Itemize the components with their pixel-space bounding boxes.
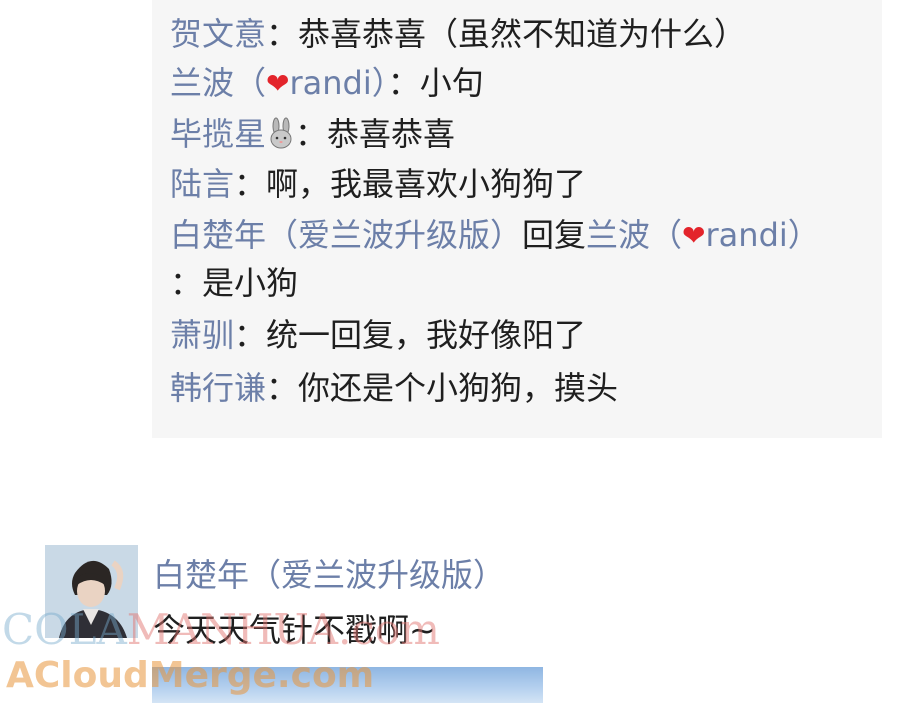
commenter-name[interactable]: 韩行谦 bbox=[170, 369, 266, 407]
comment-row: 贺文意：恭喜恭喜（虽然不知道为什么） bbox=[170, 14, 746, 54]
colon: ： bbox=[266, 369, 299, 407]
colon: ： bbox=[234, 316, 267, 354]
comment-text: 统一回复，我好像阳了 bbox=[266, 316, 587, 354]
reply-target-part: 兰波（ bbox=[586, 216, 683, 254]
comment-text: 你还是个小狗狗，摸头 bbox=[298, 369, 619, 407]
commenter-name-part: 兰波（ bbox=[170, 64, 267, 102]
colon: ： bbox=[266, 15, 299, 53]
watermark-colamanhua: COLAMANHUA.com bbox=[2, 606, 440, 654]
comment-text: 恭喜恭喜 bbox=[327, 115, 456, 153]
comment-row: 韩行谦：你还是个小狗狗，摸头 bbox=[170, 368, 618, 408]
colon: ： bbox=[387, 64, 420, 102]
comment-text: 恭喜恭喜（虽然不知道为什么） bbox=[298, 15, 747, 53]
commenter-name[interactable]: 白楚年（爱兰波升级版） bbox=[170, 216, 522, 254]
reply-target-part: randi） bbox=[705, 216, 820, 254]
post-author-name[interactable]: 白楚年（爱兰波升级版） bbox=[153, 555, 505, 595]
reply-row-continuation: ：是小狗 bbox=[170, 263, 298, 303]
reply-row: 白楚年（爱兰波升级版）回复兰波（❤randi） bbox=[170, 215, 820, 256]
heart-icon: ❤ bbox=[266, 67, 290, 100]
reply-target-name[interactable]: 兰波（❤randi） bbox=[586, 216, 820, 254]
reply-word: 回复 bbox=[522, 216, 587, 254]
colon: ： bbox=[234, 165, 267, 203]
heart-icon: ❤ bbox=[682, 219, 706, 252]
comment-row: 萧驯：统一回复，我好像阳了 bbox=[170, 315, 586, 355]
watermark-part: MANHUA.com bbox=[126, 605, 440, 654]
rabbit-icon bbox=[270, 117, 292, 149]
watermark-acloudmerge: ACloudMerge.com bbox=[6, 655, 375, 696]
commenter-name[interactable]: 陆言 bbox=[170, 165, 234, 203]
colon: ： bbox=[295, 115, 328, 153]
comment-row: 陆言：啊，我最喜欢小狗狗了 bbox=[170, 164, 586, 204]
commenter-name[interactable]: 兰波（❤randi） bbox=[170, 64, 388, 102]
page: 贺文意：恭喜恭喜（虽然不知道为什么） 兰波（❤randi）：小句 毕揽星 ：恭喜… bbox=[0, 0, 900, 703]
commenter-name[interactable]: 毕揽星 bbox=[170, 115, 266, 153]
comment-text: 小句 bbox=[419, 64, 484, 102]
comment-text: 啊，我最喜欢小狗狗了 bbox=[266, 165, 587, 203]
commenter-name[interactable]: 贺文意 bbox=[170, 15, 266, 53]
watermark-part: COLA bbox=[2, 605, 127, 654]
comment-row: 毕揽星 ：恭喜恭喜 bbox=[170, 114, 455, 154]
comment-text: ：是小狗 bbox=[170, 264, 299, 302]
commenter-name[interactable]: 萧驯 bbox=[170, 316, 234, 354]
commenter-name-part: randi） bbox=[289, 64, 388, 102]
comment-row: 兰波（❤randi）：小句 bbox=[170, 63, 484, 104]
